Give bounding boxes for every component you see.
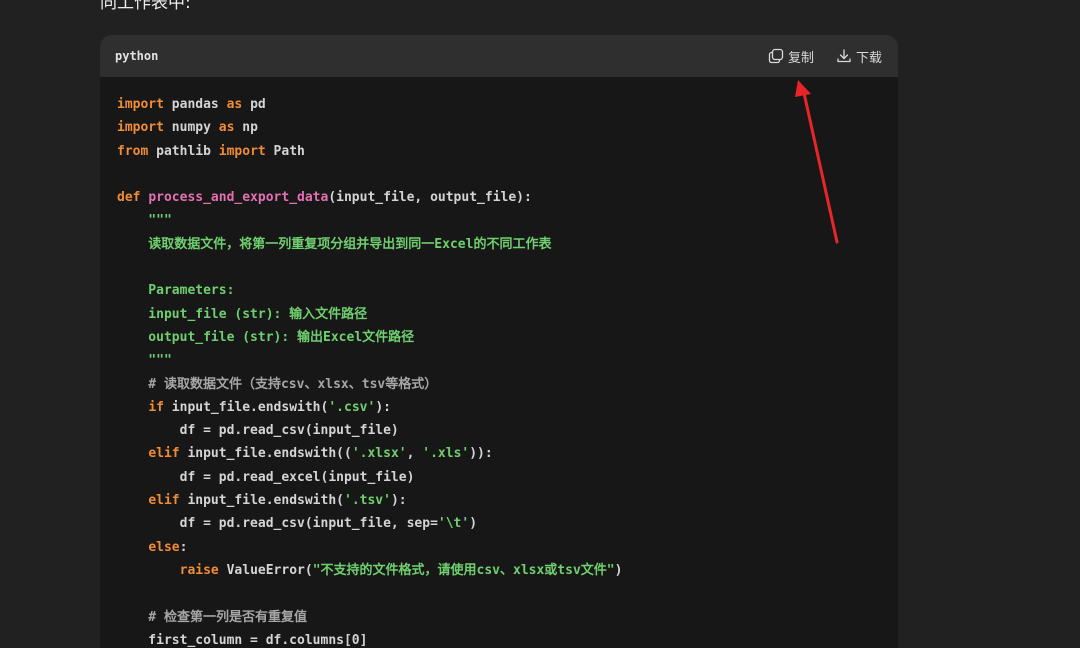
code-line: 读取数据文件，将第一列重复项分组并导出到同一Excel的不同工作表 bbox=[117, 233, 881, 256]
code-token: '.csv' bbox=[328, 399, 376, 415]
code-token: else bbox=[148, 539, 180, 555]
code-token: df = pd.read_csv(input_file) bbox=[117, 423, 399, 439]
download-button[interactable]: 下载 bbox=[836, 47, 882, 66]
code-token: Path bbox=[265, 143, 305, 159]
code-token: )): bbox=[469, 446, 493, 462]
code-token: df = pd.read_excel(input_file) bbox=[117, 469, 415, 485]
code-line: df = pd.read_csv(input_file, sep='\t') bbox=[117, 512, 881, 535]
code-token: ) bbox=[614, 562, 623, 578]
download-icon bbox=[836, 48, 852, 64]
code-token: df = pd.read_csv(input_file, sep= bbox=[117, 516, 438, 532]
code-line: elif input_file.endswith(('.xlsx', '.xls… bbox=[117, 442, 881, 465]
code-token: elif bbox=[148, 493, 180, 509]
code-token: """ bbox=[117, 353, 172, 369]
code-token: process_and_export_data bbox=[148, 190, 329, 206]
code-line: # 读取数据文件（支持csv、xlsx、tsv等格式） bbox=[117, 373, 881, 396]
code-token: numpy bbox=[163, 120, 219, 136]
code-token: , bbox=[406, 446, 423, 462]
intro-text: 同工作表中: bbox=[100, 0, 191, 13]
header-actions: 复制 下载 bbox=[768, 47, 882, 66]
code-token: Parameters: bbox=[117, 283, 235, 299]
code-body[interactable]: import pandas as pd import numpy as np fro… bbox=[100, 77, 898, 648]
copy-button[interactable]: 复制 bbox=[768, 47, 814, 66]
code-line: input_file (str): 输入文件路径 bbox=[117, 303, 881, 326]
code-line: elif input_file.endswith('.tsv'): bbox=[117, 489, 881, 512]
code-token: def bbox=[117, 190, 141, 206]
code-token: input_file.endswith(( bbox=[179, 446, 352, 462]
code-line: """ bbox=[117, 349, 881, 372]
code-token: # 检查第一列是否有重复值 bbox=[117, 609, 307, 625]
code-line: # 检查第一列是否有重复值 bbox=[117, 606, 881, 629]
code-token: "不支持的文件格式，请使用csv、xlsx或tsv文件" bbox=[312, 562, 615, 578]
code-token: if bbox=[148, 399, 164, 415]
code-token: import bbox=[117, 97, 164, 112]
code-token: input_file.endswith( bbox=[179, 493, 344, 509]
code-token: '.xlsx' bbox=[351, 446, 407, 462]
code-token: ) bbox=[469, 516, 478, 532]
code-block: python 复制 下载 import pandas as pd import … bbox=[100, 35, 898, 648]
code-token: as bbox=[218, 120, 235, 136]
copy-icon bbox=[768, 48, 784, 64]
code-line: df = pd.read_csv(input_file) bbox=[117, 419, 881, 442]
code-token: import bbox=[218, 143, 266, 159]
code-token: np bbox=[234, 120, 258, 136]
code-token: ): bbox=[390, 493, 407, 509]
code-line: df = pd.read_excel(input_file) bbox=[117, 466, 881, 489]
code-token: (input_file, output_file): bbox=[328, 190, 532, 206]
code-token: '.tsv' bbox=[344, 493, 391, 509]
download-label: 下载 bbox=[855, 50, 882, 66]
code-line: """ bbox=[117, 209, 881, 232]
code-token: as bbox=[226, 97, 243, 112]
code-line: output_file (str): 输出Excel文件路径 bbox=[117, 326, 881, 349]
code-line: import numpy as np bbox=[117, 116, 881, 139]
code-token: first_column = df.columns[0] bbox=[117, 632, 368, 648]
code-token: '\t' bbox=[437, 516, 470, 532]
code-token: import bbox=[117, 120, 164, 136]
code-line: first_column = df.columns[0] bbox=[117, 629, 881, 648]
code-token: elif bbox=[148, 446, 180, 462]
code-token: input_file (str): 输入文件路径 bbox=[117, 306, 368, 322]
code-token: ValueError( bbox=[218, 562, 313, 578]
code-token: output_file (str): 输出Excel文件路径 bbox=[117, 329, 415, 345]
code-token: from bbox=[117, 143, 149, 159]
code-token: """ bbox=[117, 213, 172, 229]
code-token: ): bbox=[375, 399, 391, 415]
code-token: 读取数据文件，将第一列重复项分组并导出到同一Excel的不同工作表 bbox=[117, 236, 552, 252]
code-token: # 读取数据文件（支持csv、xlsx、tsv等格式） bbox=[117, 376, 438, 392]
code-token: raise bbox=[179, 562, 219, 578]
code-token: '.xls' bbox=[422, 446, 470, 462]
code-line: if input_file.endswith('.csv'): bbox=[117, 396, 881, 419]
code-line: else: bbox=[117, 536, 881, 559]
copy-label: 复制 bbox=[787, 50, 814, 66]
page: 同工作表中: python 复制 下载 import pandas as pd … bbox=[0, 0, 1080, 648]
code-line: Parameters: bbox=[117, 279, 881, 302]
code-line: def process_and_export_data(input_file, … bbox=[117, 186, 881, 209]
language-label: python bbox=[115, 49, 159, 63]
code-line: import pandas as pd bbox=[117, 93, 881, 116]
code-token: input_file.endswith( bbox=[163, 399, 329, 415]
code-token: pd bbox=[242, 97, 266, 112]
code-token: pathlib bbox=[148, 143, 219, 159]
code-token: pandas bbox=[163, 97, 227, 112]
code-line: from pathlib import Path bbox=[117, 140, 881, 163]
code-token: : bbox=[179, 539, 188, 555]
code-line: raise ValueError("不支持的文件格式，请使用csv、xlsx或t… bbox=[117, 559, 881, 582]
code-header: python 复制 下载 bbox=[100, 35, 898, 77]
